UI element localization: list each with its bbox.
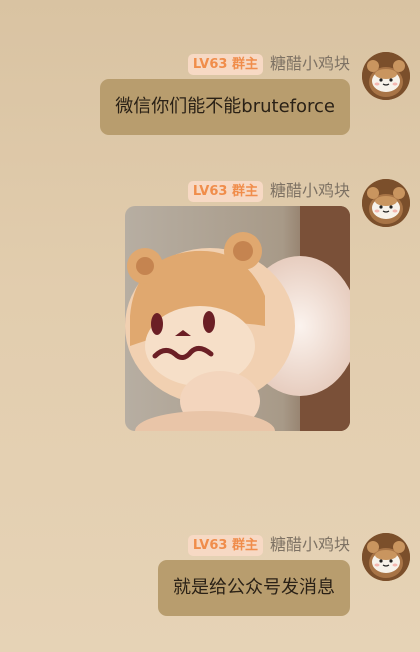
level-badge: LV63 群主 [187, 180, 263, 202]
level-badge: LV63 群主 [187, 534, 263, 556]
sender-name[interactable]: 糖醋小鸡块 [270, 181, 350, 201]
bear-plush-sticker [125, 206, 350, 431]
hamster-avatar-icon[interactable] [362, 179, 410, 227]
message-bubble[interactable]: 微信你们能不能bruteforce [100, 79, 350, 135]
level-badge: LV63 群主 [187, 53, 263, 75]
hamster-avatar-icon[interactable] [362, 533, 410, 581]
message-meta: LV63 群主 糖醋小鸡块 [187, 52, 350, 76]
message-bubble[interactable]: 就是给公众号发消息 [158, 560, 350, 616]
message-meta: LV63 群主 糖醋小鸡块 [187, 533, 350, 557]
image-message[interactable] [125, 206, 350, 431]
message-meta: LV63 群主 糖醋小鸡块 [187, 179, 350, 203]
hamster-avatar-icon[interactable] [362, 52, 410, 100]
sender-name[interactable]: 糖醋小鸡块 [270, 535, 350, 555]
sender-name[interactable]: 糖醋小鸡块 [270, 54, 350, 74]
